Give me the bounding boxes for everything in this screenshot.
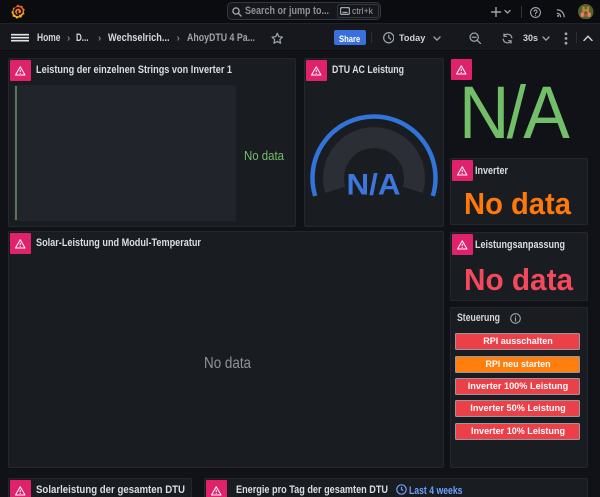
svg-text:N/A: N/A bbox=[347, 169, 401, 202]
